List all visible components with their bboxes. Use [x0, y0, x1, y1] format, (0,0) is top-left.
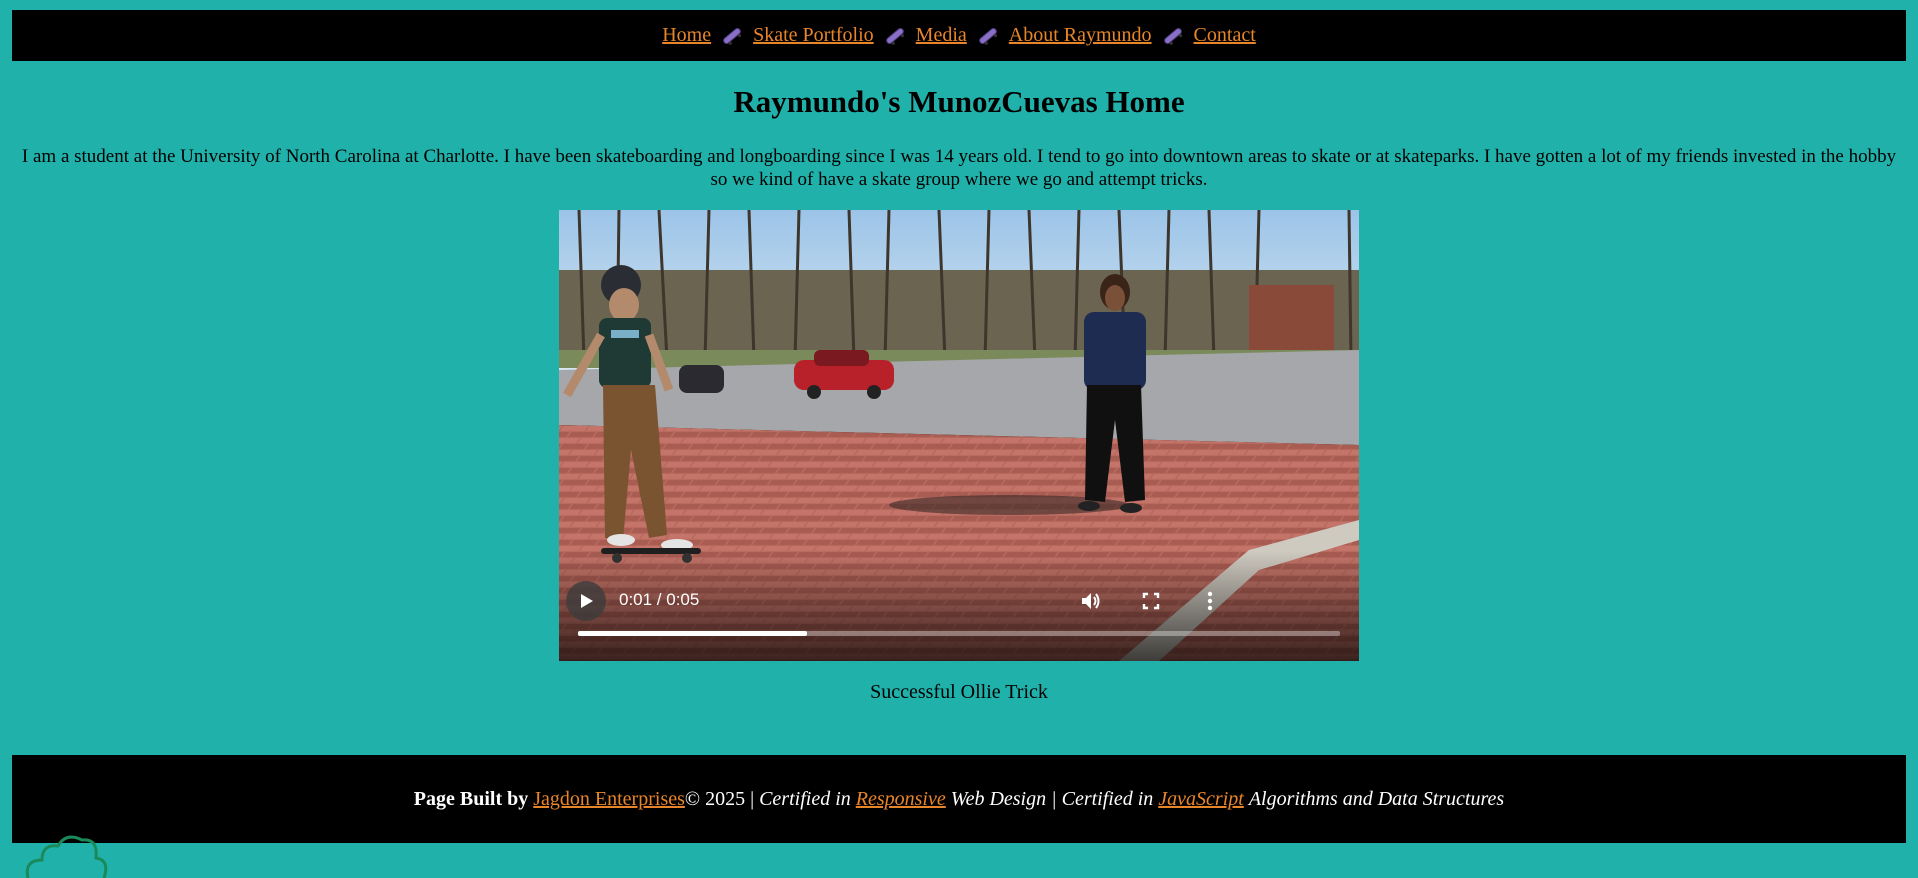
more-vert-icon: [1207, 591, 1213, 611]
footer-copyright: © 2025 |: [684, 787, 755, 810]
skateboard-icon: [977, 25, 999, 47]
footer-company-link[interactable]: Jagdon Enterprises: [533, 788, 685, 810]
more-options-button[interactable]: [1197, 588, 1223, 614]
volume-icon: [1082, 593, 1100, 609]
footer-responsive-link[interactable]: Responsive: [856, 788, 946, 810]
video-player[interactable]: 0:01 / 0:05: [559, 210, 1359, 661]
play-icon: [581, 594, 593, 608]
nav-media-link[interactable]: Media: [916, 24, 967, 47]
video-time: 0:01 / 0:05: [619, 590, 700, 609]
footer-built-by: Page Built by: [413, 787, 529, 810]
video-progress-bar[interactable]: [578, 631, 1340, 636]
page-title: Raymundo's MunozCuevas Home: [733, 84, 1185, 119]
nav-contact-link[interactable]: Contact: [1194, 24, 1256, 47]
skateboard-icon: [721, 25, 743, 47]
skateboard-icon: [884, 25, 906, 47]
footer-cert1-pre: Certified in: [759, 787, 851, 810]
volume-button[interactable]: [1077, 588, 1103, 614]
play-button[interactable]: [566, 581, 606, 621]
nav-skate-portfolio-link[interactable]: Skate Portfolio: [753, 24, 874, 47]
top-nav: Home Skate Portfolio Media About Raymund…: [12, 10, 1906, 61]
nav-about-link[interactable]: About Raymundo: [1009, 24, 1152, 47]
footer: Page Built by Jagdon Enterprises© 2025 |…: [12, 755, 1906, 843]
skateboard-icon: [1162, 25, 1184, 47]
fullscreen-icon: [1142, 592, 1160, 610]
fullscreen-button[interactable]: [1138, 588, 1164, 614]
video-caption: Successful Ollie Trick: [870, 681, 1048, 703]
intro-paragraph: I am a student at the University of Nort…: [21, 146, 1897, 190]
footer-cert1-post: Web Design |: [950, 787, 1057, 810]
footer-cert2-post: Algorithms and Data Structures: [1248, 787, 1505, 810]
cloud-icon: [25, 835, 108, 878]
footer-javascript-link[interactable]: JavaScript: [1158, 788, 1244, 810]
video-progress-fill: [578, 631, 807, 636]
footer-cert2-pre: Certified in: [1061, 787, 1154, 810]
nav-home-link[interactable]: Home: [662, 24, 711, 47]
